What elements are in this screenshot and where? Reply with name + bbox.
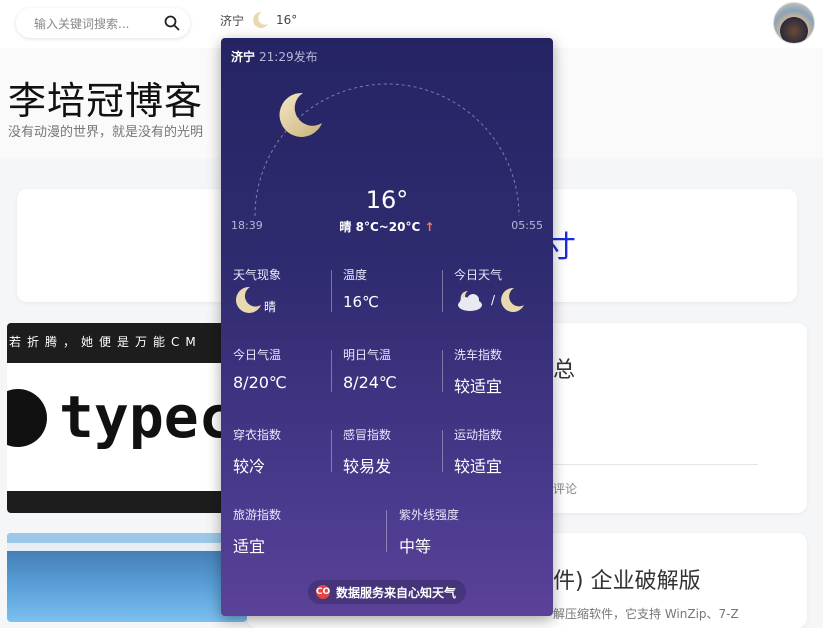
weather-popup: 济宁 21:29发布 16° 晴 8°C~20°C ↑ 18:39 05:55 天…	[221, 38, 553, 616]
post-2-title-fragment[interactable]: 件) 企业破解版	[553, 563, 701, 595]
thumbnail-menubar	[7, 543, 247, 551]
weather-row-3: 穿衣指数 较冷 感冒指数 较易发 运动指数 较适宜	[221, 426, 553, 486]
weather-row-4: 旅游指数 适宜 紫外线强度 中等	[221, 506, 553, 566]
post-1-divider	[553, 464, 758, 465]
cell-value-wrap: /	[454, 285, 549, 315]
post-1-title-fragment[interactable]: 总	[553, 352, 575, 384]
typecho-logo	[7, 389, 47, 447]
weather-row-2: 今日气温 8/20℃ 明日气温 8/24℃ 洗车指数 较适宜	[221, 346, 553, 406]
popup-temp-range: 晴 8°C~20°C ↑	[221, 218, 553, 235]
post-1-meta-fragment: 评论	[553, 482, 578, 496]
thumbnail-banner-text: 若折腾，她便是万能CM	[7, 323, 247, 363]
cell-label: 今日气温	[233, 348, 282, 362]
avatar[interactable]	[773, 2, 815, 44]
post-2-thumbnail[interactable]	[7, 533, 247, 622]
cell-label: 明日气温	[343, 348, 392, 362]
cloud-icon	[458, 290, 482, 311]
search-box[interactable]	[16, 8, 190, 38]
cell-value: 较适宜	[454, 377, 503, 396]
cell-value: 适宜	[233, 537, 266, 556]
column-divider	[442, 350, 443, 392]
cell-value: 较冷	[233, 457, 266, 476]
header-temp: 16°	[276, 13, 298, 27]
search-input[interactable]	[32, 14, 156, 34]
cell-label: 穿衣指数	[233, 428, 282, 442]
cell-value: 中等	[399, 537, 432, 556]
cell-value-wrap: 晴	[233, 285, 333, 315]
column-divider	[331, 430, 332, 472]
cell-value: 晴	[264, 300, 277, 314]
arrow-up-icon: ↑	[424, 220, 435, 234]
column-divider	[442, 430, 443, 472]
cell-label: 紫外线强度	[399, 508, 460, 522]
cell-label: 运动指数	[454, 428, 503, 442]
weather-cell: 感冒指数 较易发	[343, 426, 443, 486]
sunset-time: 05:55	[511, 219, 543, 232]
cell-label: 旅游指数	[233, 508, 282, 522]
cell-value: 16℃	[343, 293, 379, 311]
header-city: 济宁	[220, 13, 245, 28]
weather-cell: 洗车指数 较适宜	[454, 346, 549, 406]
weather-cell: 天气现象 晴	[233, 266, 333, 326]
cell-label: 温度	[343, 268, 368, 282]
weather-cell: 温度 16℃	[343, 266, 443, 326]
weather-cell: 旅游指数 适宜	[233, 506, 383, 566]
cell-label: 天气现象	[233, 268, 282, 282]
sunrise-time: 18:39	[231, 219, 263, 232]
moon-icon	[501, 287, 525, 312]
weather-cell: 今日气温 8/20℃	[233, 346, 333, 406]
column-divider	[331, 270, 332, 312]
column-divider	[442, 270, 443, 312]
thumbnail-footer	[7, 491, 247, 513]
weather-cell: 运动指数 较适宜	[454, 426, 549, 486]
weather-cell: 明日气温 8/24℃	[343, 346, 443, 406]
cell-label: 感冒指数	[343, 428, 392, 442]
search-icon[interactable]	[164, 15, 180, 31]
thumbnail-word: typec	[59, 383, 234, 451]
moon-icon	[236, 286, 261, 313]
post-1-thumbnail[interactable]: 若折腾，她便是万能CM typec	[7, 323, 247, 513]
weather-cell: 今日天气 /	[454, 266, 549, 326]
weather-cell: 紫外线强度 中等	[399, 506, 549, 566]
moon-icon	[279, 92, 322, 137]
cell-value: 8/24℃	[343, 373, 397, 392]
popup-range-text: 晴 8°C~20°C	[339, 220, 421, 234]
weather-cell: 穿衣指数 较冷	[233, 426, 333, 486]
data-source-text: 数据服务来自心知天气	[336, 585, 457, 600]
cell-value: 8/20℃	[233, 373, 287, 392]
cell-value: 较易发	[343, 457, 392, 476]
cell-label: 今日天气	[454, 268, 503, 282]
cell-value: /	[491, 293, 496, 307]
data-source-link[interactable]: CO 数据服务来自心知天气	[308, 580, 467, 604]
thumbnail-titlebar	[7, 533, 247, 543]
site-subtitle: 没有动漫的世界，就是没有的光明	[8, 125, 204, 140]
column-divider	[386, 510, 387, 552]
cell-value: 较适宜	[454, 457, 503, 476]
seniverse-logo-icon: CO	[315, 585, 331, 599]
site-title[interactable]: 李培冠博客	[8, 70, 203, 125]
column-divider	[331, 350, 332, 392]
weather-row-1: 天气现象 晴 温度 16℃ 今日天气 /	[221, 266, 553, 326]
cell-label: 洗车指数	[454, 348, 503, 362]
post-2-excerpt-fragment: 解压缩软件，它支持 WinZip、7-Z	[553, 607, 739, 621]
popup-current-temp: 16°	[365, 186, 409, 214]
header-weather[interactable]: 济宁 16°	[220, 10, 297, 30]
moon-icon	[253, 11, 269, 28]
